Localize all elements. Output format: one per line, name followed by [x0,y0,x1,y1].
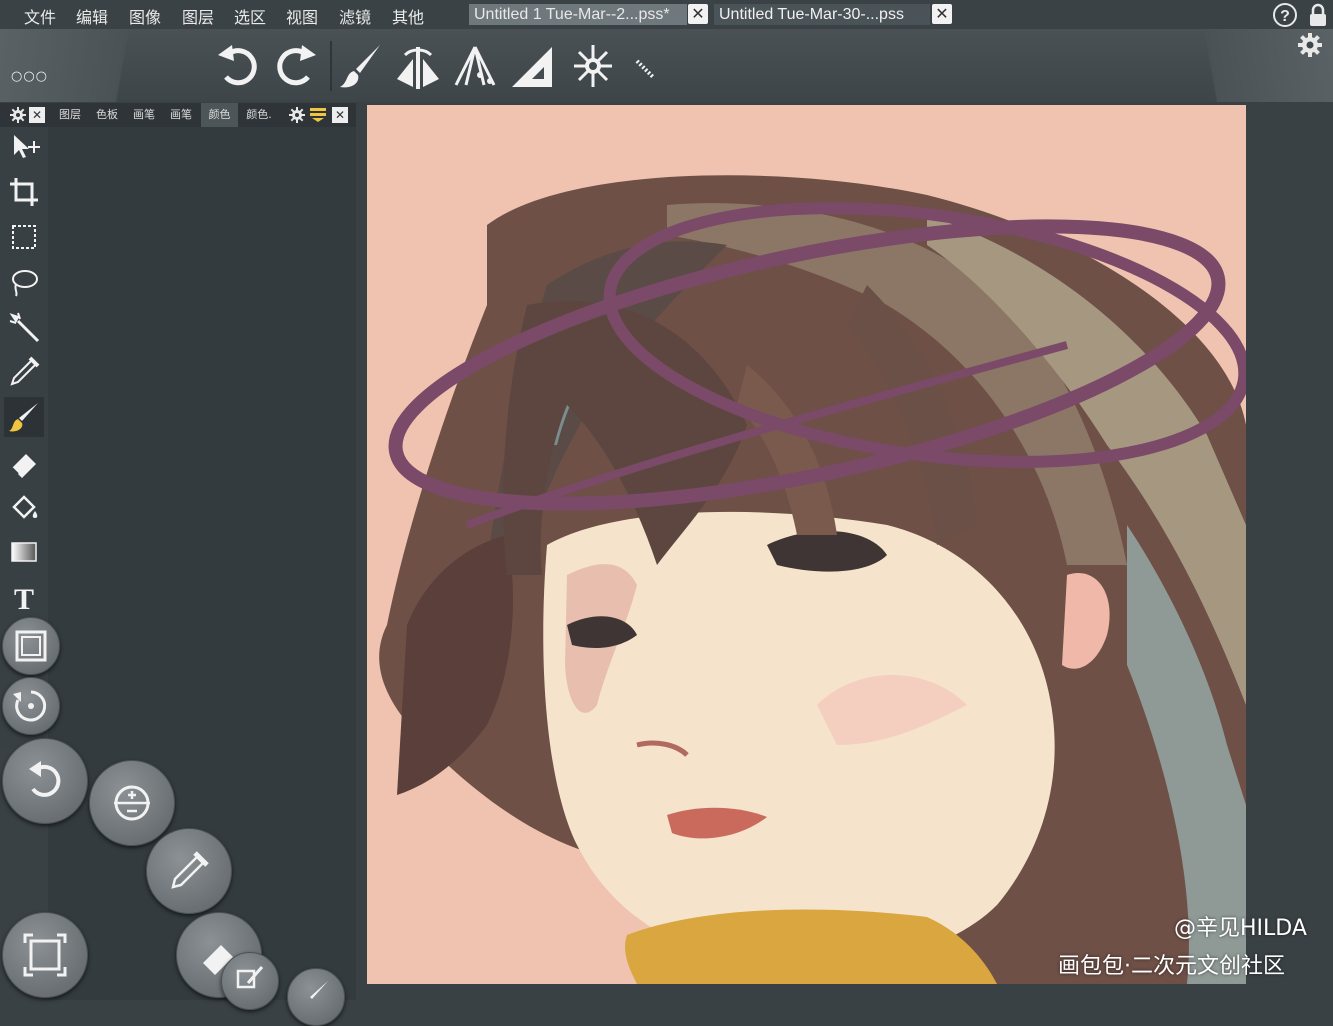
copy-icon [236,966,264,989]
eyedropper-icon [171,851,209,889]
pencil-icon [635,59,655,79]
menu-select[interactable]: 选区 [234,4,266,28]
tab-brush[interactable]: 画笔 [126,103,162,127]
menu-bar: 文件 编辑 图像 图层 选区 视图 滤镜 其他 Untitled 1 Tue-M… [0,0,1333,30]
panel-settings-icon[interactable] [289,107,305,123]
undo-icon [218,45,257,86]
brush-icon [310,981,328,999]
svg-text:T: T [14,583,34,616]
fill-tool[interactable] [4,487,44,527]
crop-icon [10,178,38,206]
svg-text:?: ? [1280,8,1290,25]
undo-button[interactable] [214,39,264,93]
move-icon [14,135,40,158]
main-toolbar: ○○○ [0,29,1333,102]
fill-bucket-icon [12,495,38,519]
menu-file[interactable]: 文件 [24,4,56,28]
gradient-tool[interactable] [4,532,44,572]
toolbar-divider [330,41,332,91]
fit-screen-icon [23,933,67,977]
document-tab-1[interactable]: Untitled 1 Tue-Mar--2...pss* [469,4,687,25]
perspective-icon [454,46,496,86]
gradient-icon [11,542,37,562]
tab-swatches[interactable]: 色板 [89,103,125,127]
help-circle-icon[interactable]: ? [1272,2,1298,28]
artwork-painting [379,175,1246,984]
panel-gear-icon[interactable] [10,107,26,123]
ruler-button[interactable] [508,39,558,93]
eyedropper-tool[interactable] [4,352,44,392]
brush-icon [340,45,380,88]
tab-color[interactable]: 颜色 [201,103,238,127]
rotate-view-icon [13,690,47,722]
panel-menu-icon[interactable] [310,108,326,122]
tab-brush-2[interactable]: 画笔 [163,103,199,127]
kaleidoscope-icon [574,45,612,87]
redo-button[interactable] [270,39,320,93]
tab-color-2[interactable]: 颜色. [240,103,278,127]
stroke-ruler-button[interactable] [625,39,675,93]
kaleidoscope-button[interactable] [568,39,618,93]
menu-filter[interactable]: 滤镜 [339,4,371,28]
symmetry-button[interactable] [393,39,443,93]
marquee-tool[interactable] [4,217,44,257]
drawing-canvas[interactable] [367,105,1246,984]
brush-icon [9,403,38,432]
perspective-button[interactable] [450,39,500,93]
floating-eyedropper-button[interactable] [146,828,232,914]
eraser-icon [11,454,36,478]
brush-tool[interactable] [4,397,44,437]
eyedropper-icon [10,356,40,386]
menu-other[interactable]: 其他 [392,4,424,28]
toolbar-left-bezel [0,29,200,102]
lasso-tool[interactable] [4,262,44,302]
gear-icon[interactable] [1297,32,1323,58]
move-tool[interactable] [4,127,44,167]
copy-button[interactable] [221,952,279,1010]
floating-undo-button[interactable] [2,738,88,824]
magic-wand-tool[interactable] [4,307,44,347]
text-tool[interactable]: T [4,577,44,617]
text-icon: T [14,583,34,616]
brush-settings-button[interactable] [336,39,386,93]
lock-icon[interactable] [1306,2,1330,28]
menu-image[interactable]: 图像 [129,4,161,28]
eraser-tool[interactable] [4,442,44,482]
frame-icon [15,630,47,662]
marquee-select-icon [12,225,36,249]
tab-layers[interactable]: 图层 [52,103,88,127]
frame-button[interactable] [2,617,60,675]
symmetry-icon [397,47,439,89]
menu-edit[interactable]: 编辑 [76,4,108,28]
panel-close-icon[interactable]: ✕ [29,107,45,123]
lasso-icon [12,270,38,297]
ruler-icon [512,47,552,87]
more-options-button[interactable]: ○○○ [11,69,48,84]
crop-tool[interactable] [4,172,44,212]
watermark-author: @辛见HILDA [1174,916,1307,941]
undo-icon [29,761,61,797]
magic-wand-icon [9,312,40,343]
floating-brush-button[interactable] [287,968,345,1026]
watermark-site: 画包包·二次元文创社区 [1058,954,1285,979]
close-tab-2-icon[interactable]: ✕ [932,4,952,24]
menu-layer[interactable]: 图层 [182,4,214,28]
redo-icon [277,45,316,86]
panel-close-all-icon[interactable]: ✕ [332,107,348,123]
close-tab-1-icon[interactable]: ✕ [688,4,708,24]
rotate-view-button[interactable] [2,677,60,735]
fit-screen-button[interactable] [2,912,88,998]
menu-view[interactable]: 视图 [286,4,318,28]
document-tab-2[interactable]: Untitled Tue-Mar-30-...pss [714,4,930,25]
